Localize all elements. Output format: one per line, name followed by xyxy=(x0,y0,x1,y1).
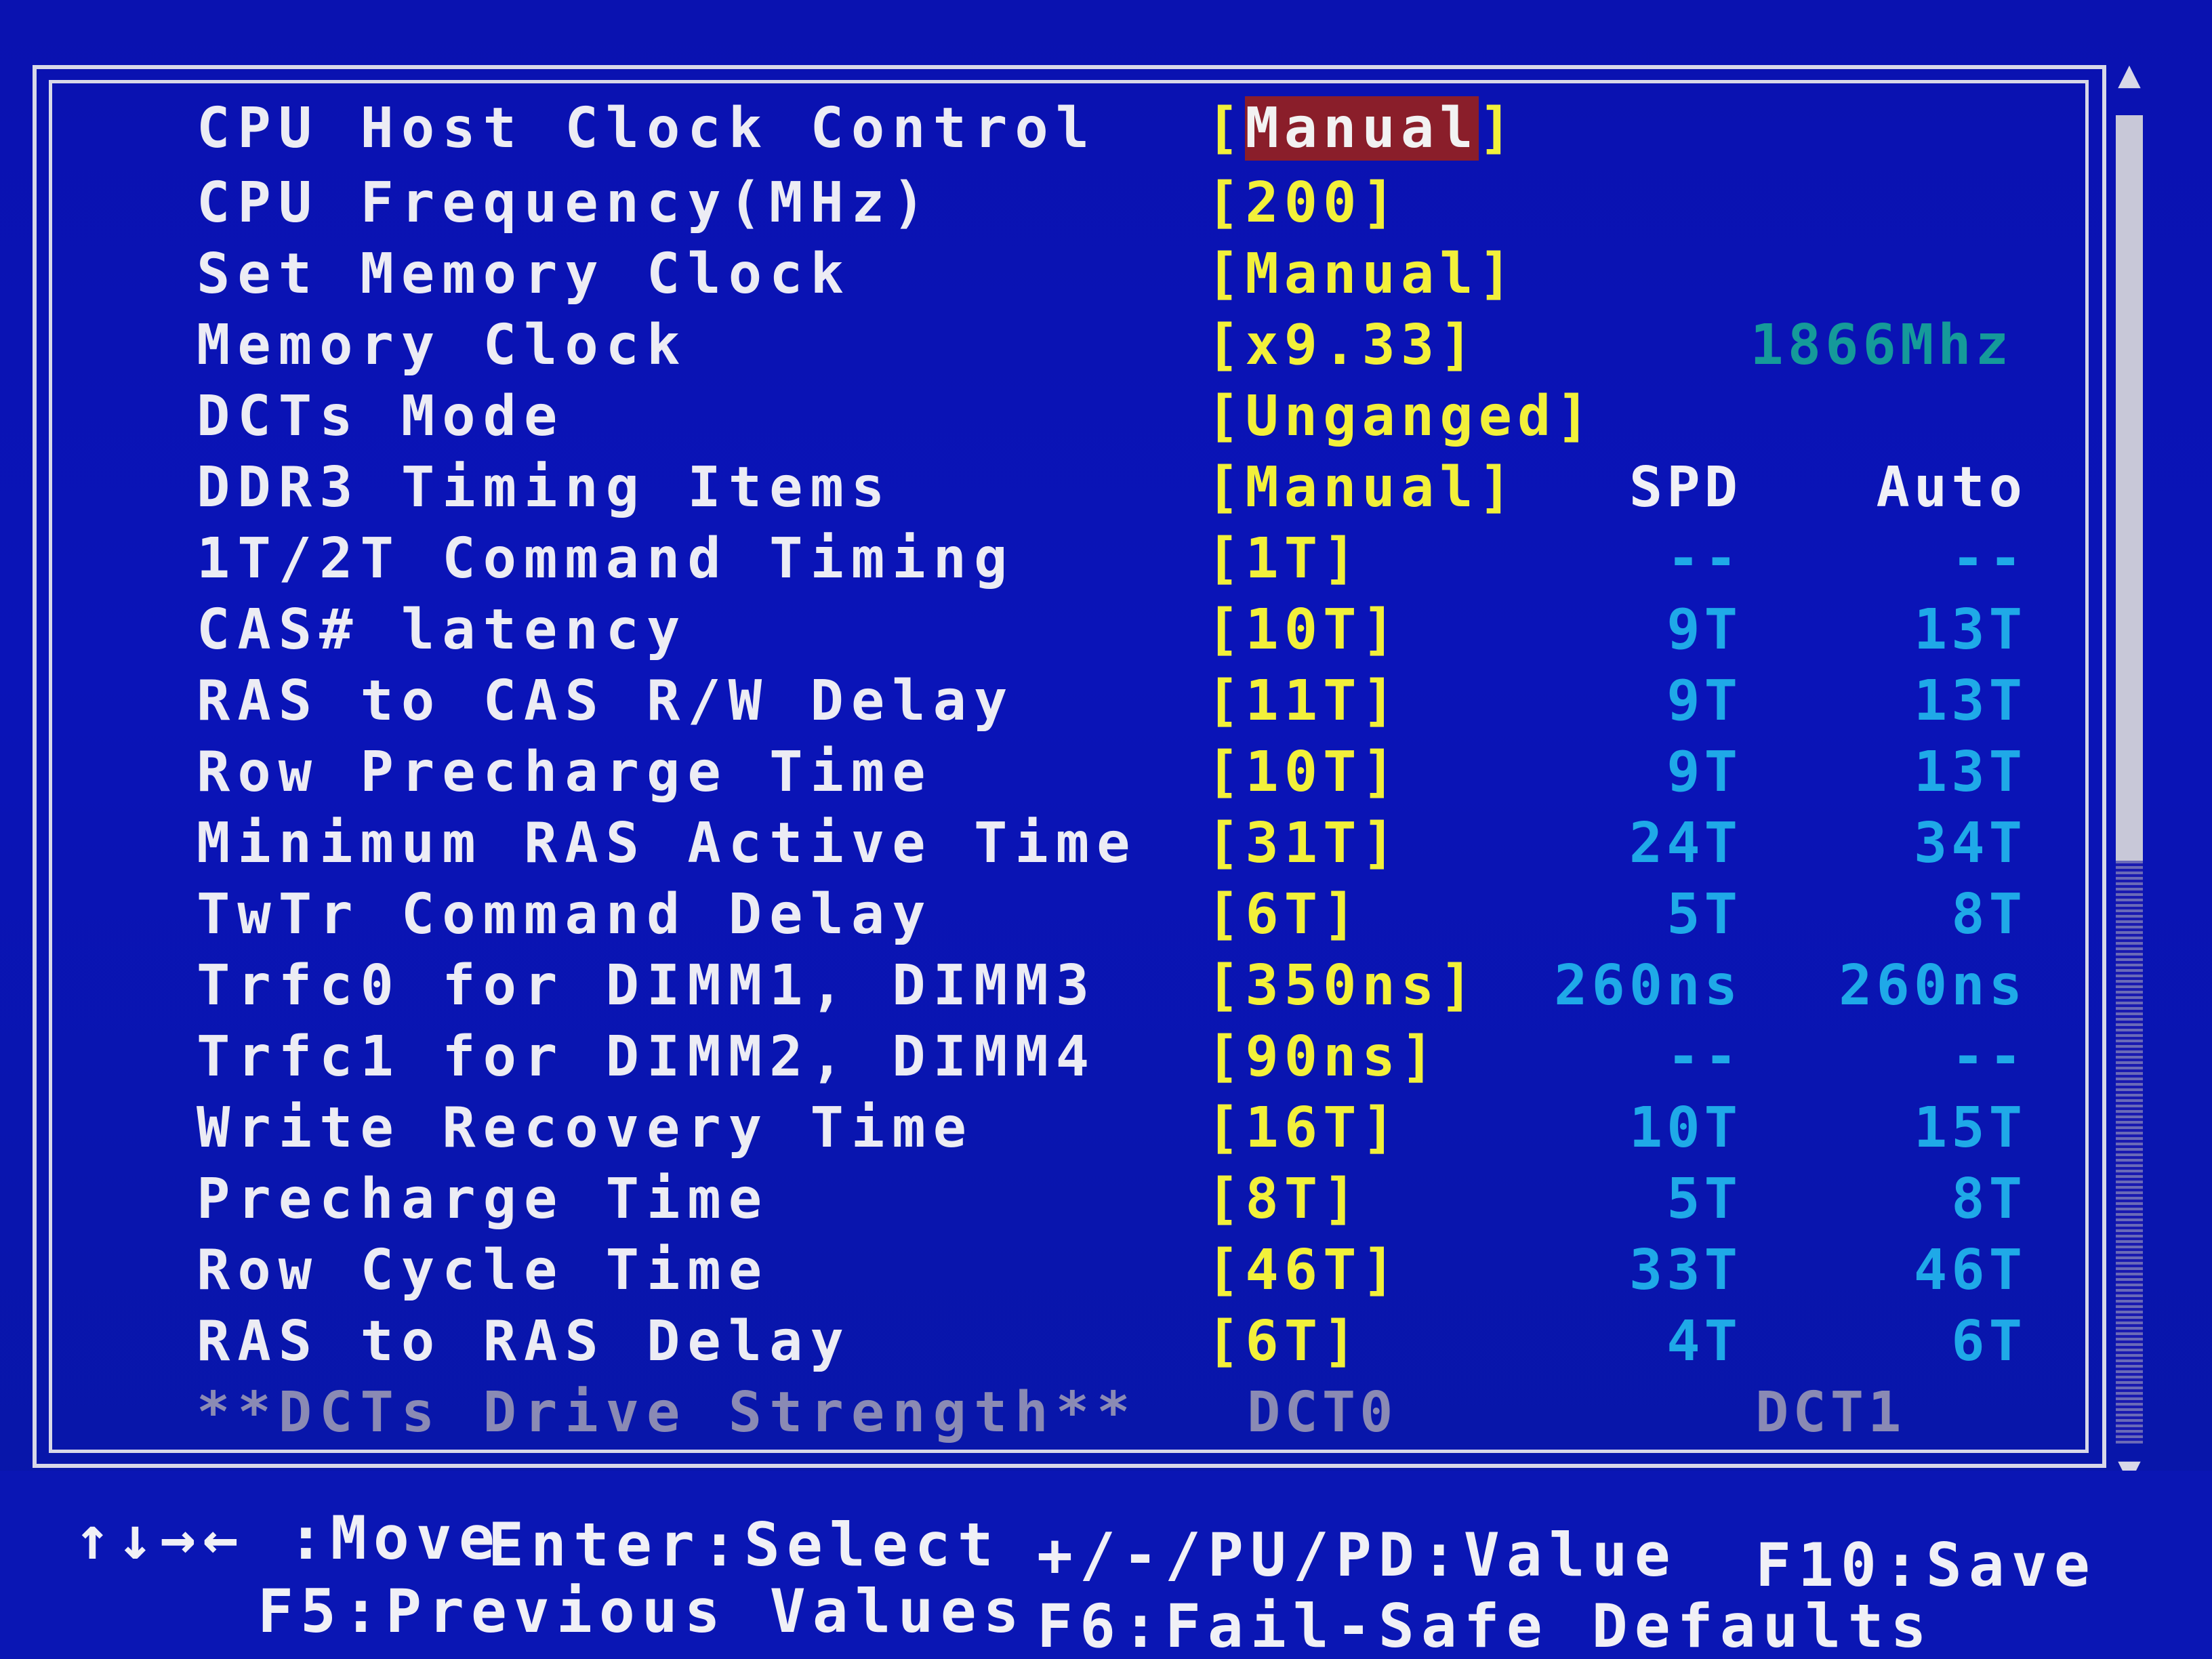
setting-row-ras-to-ras-delay[interactable]: RAS to RAS Delay [6T] 4T 6T xyxy=(0,1308,2212,1376)
spd-value: 4T xyxy=(1666,1309,1742,1374)
auto-value: 8T xyxy=(1951,1167,2026,1231)
setting-value[interactable]: [x9.33] xyxy=(1206,312,1479,380)
setting-value[interactable]: [1T] xyxy=(1206,525,1361,593)
setting-value[interactable]: [Manual] xyxy=(1206,241,1517,308)
setting-value[interactable]: [Manual] xyxy=(1206,454,1517,522)
key-hint-fail-safe-defaults: F6:Fail-Safe Defaults xyxy=(1037,1591,1933,1659)
setting-value[interactable]: [350ns] xyxy=(1206,952,1479,1020)
setting-row-ras-to-cas-delay[interactable]: RAS to CAS R/W Delay [11T] 9T 13T xyxy=(0,668,2212,735)
spd-value: 5T xyxy=(1666,1167,1742,1231)
auto-value: 13T xyxy=(1913,598,2026,662)
spd-value: 5T xyxy=(1666,882,1742,947)
spd-value: 9T xyxy=(1666,598,1742,662)
memory-frequency-readout: 1866Mhz xyxy=(1750,313,2013,377)
auto-value: 6T xyxy=(1951,1309,2026,1374)
spd-value: -- xyxy=(1666,527,1742,591)
setting-row-row-precharge-time[interactable]: Row Precharge Time [10T] 9T 13T xyxy=(0,739,2212,806)
auto-value: 260ns xyxy=(1839,954,2026,1018)
key-hint-select: Enter:Select xyxy=(488,1510,1000,1580)
setting-label: DCTs Mode xyxy=(197,384,565,449)
spd-value: 9T xyxy=(1666,669,1742,733)
setting-value[interactable]: [10T] xyxy=(1206,739,1401,806)
auto-value: 46T xyxy=(1913,1238,2026,1303)
setting-row-dcts-mode[interactable]: DCTs Mode [Unganged] xyxy=(0,383,2212,451)
setting-label: 1T/2T Command Timing xyxy=(197,527,1015,591)
auto-value: 34T xyxy=(1913,811,2026,876)
vertical-scrollbar[interactable]: ▲ ▼ xyxy=(2108,54,2151,1491)
spd-value: 24T xyxy=(1629,811,1742,876)
auto-value: 15T xyxy=(1913,1096,2026,1160)
setting-label: Set Memory Clock xyxy=(197,242,851,306)
bios-screen: CPU Host Clock Control [Manual] CPU Freq… xyxy=(0,0,2212,1659)
setting-value[interactable]: [Manual] xyxy=(1206,95,1517,163)
scrollbar-thumb[interactable] xyxy=(2116,115,2143,861)
section-heading: **DCTs Drive Strength** xyxy=(197,1380,1138,1445)
auto-value: -- xyxy=(1951,527,2026,591)
auto-column-header: Auto xyxy=(1876,455,2026,520)
auto-value: 13T xyxy=(1913,740,2026,804)
setting-label: Row Cycle Time xyxy=(197,1238,770,1303)
setting-label: DDR3 Timing Items xyxy=(197,455,893,520)
setting-label: CAS# latency xyxy=(197,598,688,662)
key-hint-value: +/-/PU/PD:Value xyxy=(1037,1520,1677,1590)
spd-value: 33T xyxy=(1629,1238,1742,1303)
setting-value[interactable]: [6T] xyxy=(1206,1308,1361,1376)
spd-value: 260ns xyxy=(1554,954,1742,1018)
setting-row-precharge-time[interactable]: Precharge Time [8T] 5T 8T xyxy=(0,1166,2212,1233)
section-dcts-drive-strength: **DCTs Drive Strength** DCT0 DCT1 xyxy=(0,1379,2212,1447)
setting-row-cas-latency[interactable]: CAS# latency [10T] 9T 13T xyxy=(0,596,2212,664)
setting-label: Memory Clock xyxy=(197,313,688,377)
dct1-column-header: DCT1 xyxy=(1755,1380,1906,1445)
scroll-up-arrow-icon[interactable]: ▲ xyxy=(2108,54,2151,95)
setting-label: RAS to CAS R/W Delay xyxy=(197,669,1015,733)
key-help-bar: ↑↓→← :Move Enter:Select +/-/PU/PD:Value … xyxy=(0,1471,2212,1659)
setting-row-cpu-host-clock-control[interactable]: CPU Host Clock Control [Manual] xyxy=(0,95,2212,163)
setting-value[interactable]: [11T] xyxy=(1206,668,1401,735)
auto-value: 8T xyxy=(1951,882,2026,947)
spd-value: -- xyxy=(1666,1025,1742,1089)
setting-value[interactable]: [Unganged] xyxy=(1206,383,1595,451)
setting-label: TwTr Command Delay xyxy=(197,882,933,947)
setting-value[interactable]: [31T] xyxy=(1206,810,1401,878)
setting-row-write-recovery-time[interactable]: Write Recovery Time [16T] 10T 15T xyxy=(0,1094,2212,1162)
setting-value[interactable]: [8T] xyxy=(1206,1166,1361,1233)
auto-value: 13T xyxy=(1913,669,2026,733)
key-hint-move: ↑↓→← :Move xyxy=(75,1503,501,1573)
setting-value[interactable]: [200] xyxy=(1206,169,1401,237)
setting-label: Minimum RAS Active Time xyxy=(197,811,1138,876)
setting-row-ddr3-timing-items[interactable]: DDR3 Timing Items [Manual] SPD Auto xyxy=(0,454,2212,522)
setting-label: Trfc0 for DIMM1, DIMM3 xyxy=(197,954,1097,1018)
setting-value[interactable]: [10T] xyxy=(1206,596,1401,664)
setting-value[interactable]: [46T] xyxy=(1206,1237,1401,1305)
setting-row-set-memory-clock[interactable]: Set Memory Clock [Manual] xyxy=(0,241,2212,308)
setting-row-trfc0[interactable]: Trfc0 for DIMM1, DIMM3 [350ns] 260ns 260… xyxy=(0,952,2212,1020)
spd-value: 9T xyxy=(1666,740,1742,804)
dct0-column-header: DCT0 xyxy=(1247,1380,1397,1445)
key-hint-save: F10:Save xyxy=(1755,1530,2097,1600)
setting-value[interactable]: [90ns] xyxy=(1206,1023,1439,1091)
setting-row-twtr-command-delay[interactable]: TwTr Command Delay [6T] 5T 8T xyxy=(0,881,2212,949)
setting-label: RAS to RAS Delay xyxy=(197,1309,851,1374)
setting-row-memory-clock[interactable]: Memory Clock [x9.33] 1866Mhz xyxy=(0,312,2212,380)
spd-value: 10T xyxy=(1629,1096,1742,1160)
setting-value[interactable]: [16T] xyxy=(1206,1094,1401,1162)
setting-row-command-timing[interactable]: 1T/2T Command Timing [1T] -- -- xyxy=(0,525,2212,593)
setting-label: Trfc1 for DIMM2, DIMM4 xyxy=(197,1025,1097,1089)
setting-row-trfc1[interactable]: Trfc1 for DIMM2, DIMM4 [90ns] -- -- xyxy=(0,1023,2212,1091)
setting-label: CPU Frequency(MHz) xyxy=(197,171,933,235)
setting-label: Row Precharge Time xyxy=(197,740,933,804)
setting-row-row-cycle-time[interactable]: Row Cycle Time [46T] 33T 46T xyxy=(0,1237,2212,1305)
setting-label: Write Recovery Time xyxy=(197,1096,974,1160)
selected-value-highlight[interactable]: Manual xyxy=(1245,96,1479,161)
auto-value: -- xyxy=(1951,1025,2026,1089)
spd-column-header: SPD xyxy=(1629,455,1742,520)
setting-label: Precharge Time xyxy=(197,1167,770,1231)
setting-label: CPU Host Clock Control xyxy=(197,96,1097,161)
setting-value[interactable]: [6T] xyxy=(1206,881,1361,949)
key-hint-previous-values: F5:Previous Values xyxy=(258,1576,1026,1646)
setting-row-cpu-frequency[interactable]: CPU Frequency(MHz) [200] xyxy=(0,169,2212,237)
setting-row-minimum-ras-active-time[interactable]: Minimum RAS Active Time [31T] 24T 34T xyxy=(0,810,2212,878)
